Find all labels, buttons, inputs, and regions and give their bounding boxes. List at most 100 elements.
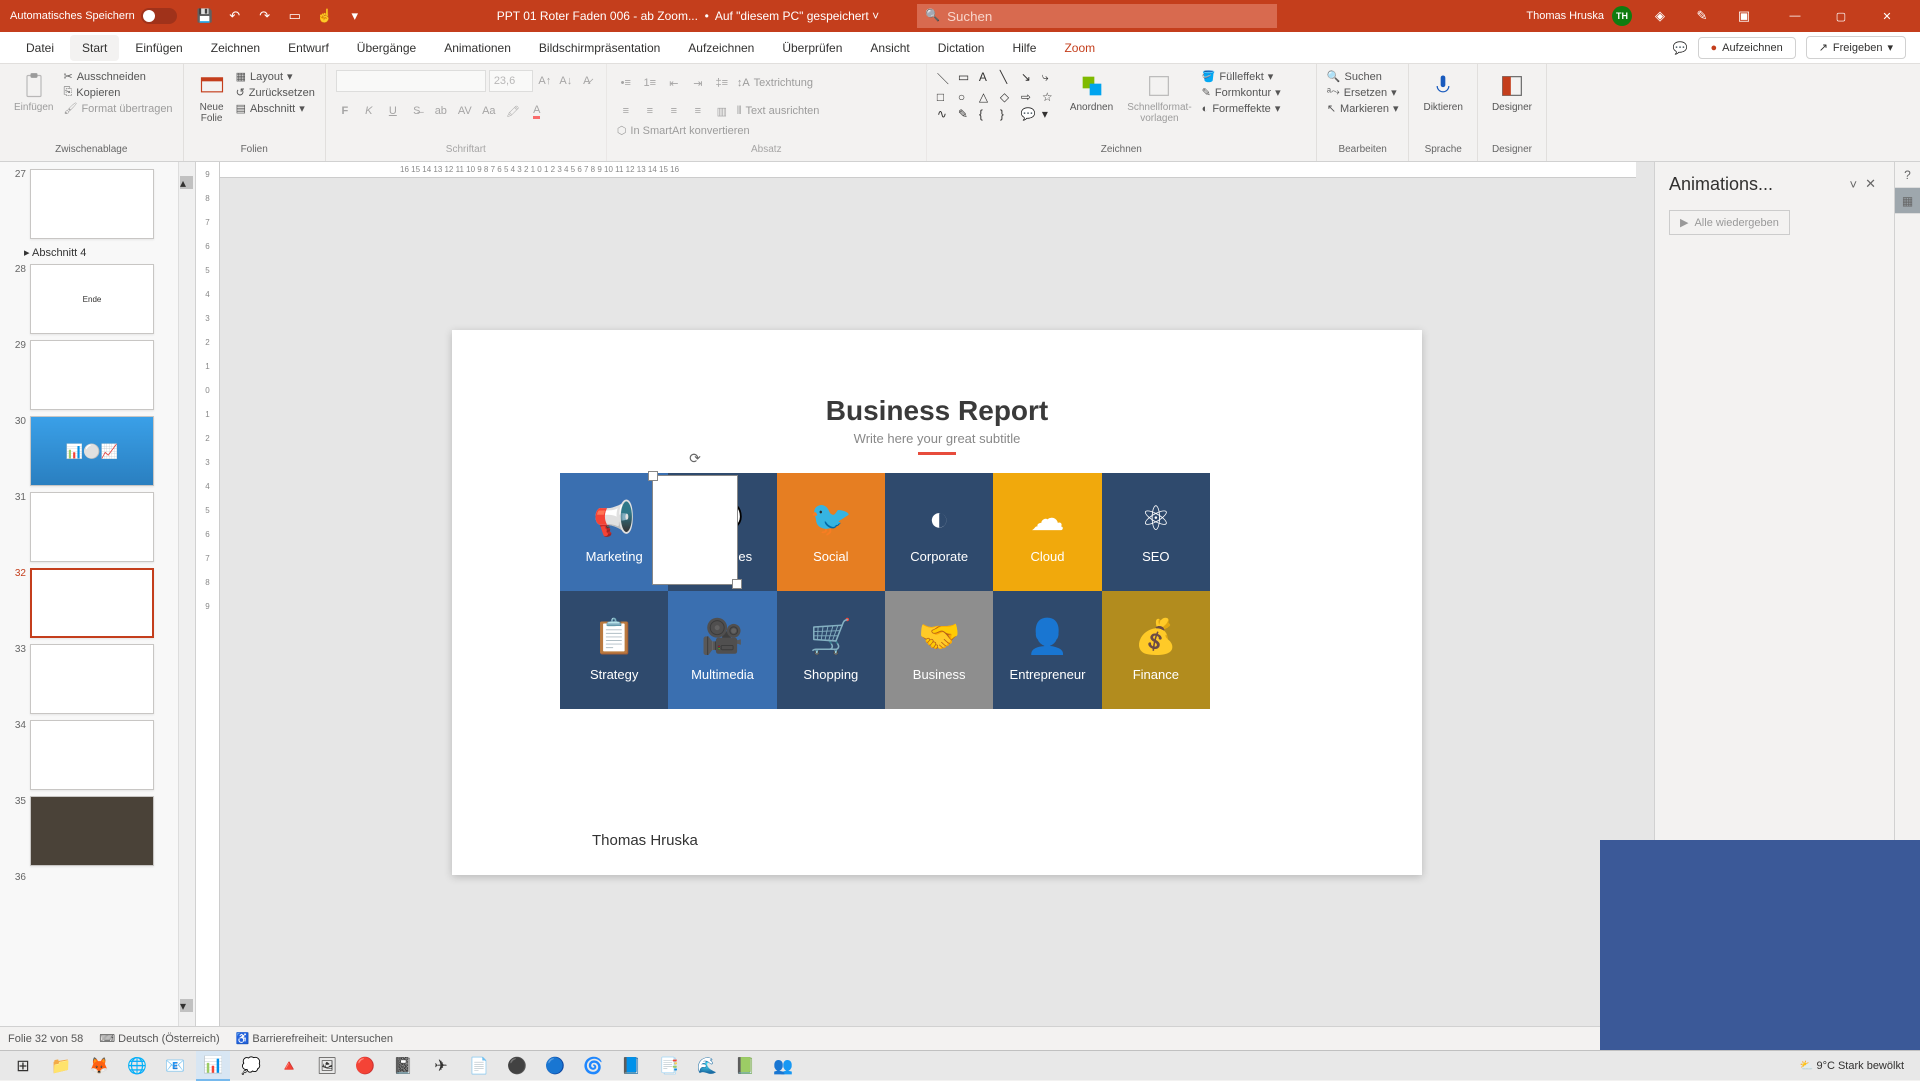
bullets-button[interactable]: •≡: [617, 74, 635, 92]
search-field[interactable]: [917, 4, 1277, 28]
strike-button[interactable]: S̶: [408, 102, 426, 120]
tab-design[interactable]: Entwurf: [276, 35, 341, 61]
obs-icon[interactable]: ⚫: [500, 1051, 534, 1081]
layout-button[interactable]: ▦Layout ▾: [236, 70, 315, 83]
font-size-input[interactable]: [489, 70, 533, 92]
telegram-icon[interactable]: ✈: [424, 1051, 458, 1081]
italic-button[interactable]: K: [360, 102, 378, 120]
tile-shopping[interactable]: 🛒Shopping: [777, 591, 885, 709]
onenote-icon[interactable]: 📓: [386, 1051, 420, 1081]
outline-button[interactable]: ✎Formkontur ▾: [1202, 86, 1281, 99]
app-icon-4[interactable]: 📄: [462, 1051, 496, 1081]
shape-more-icon[interactable]: ▾: [1042, 107, 1060, 121]
thumb-31[interactable]: [30, 492, 154, 562]
tile-corporate[interactable]: ◐Corporate: [885, 473, 993, 591]
copy-button[interactable]: ⎘Kopieren: [63, 86, 172, 99]
thumb-34[interactable]: [30, 720, 154, 790]
edge-icon[interactable]: 🌊: [690, 1051, 724, 1081]
scroll-down-icon[interactable]: ▾: [180, 999, 193, 1012]
tab-home[interactable]: Start: [70, 35, 119, 61]
close-button[interactable]: ✕: [1864, 0, 1910, 32]
slide-title[interactable]: Business Report: [452, 330, 1422, 427]
selected-object[interactable]: ⟳: [652, 475, 738, 585]
qa-more-icon[interactable]: ▾: [341, 2, 369, 30]
tab-zoom[interactable]: Zoom: [1052, 35, 1107, 61]
tab-slideshow[interactable]: Bildschirmpräsentation: [527, 35, 672, 61]
app-icon-6[interactable]: 🌀: [576, 1051, 610, 1081]
thumb-28[interactable]: Ende: [30, 264, 154, 334]
thumb-27[interactable]: [30, 169, 154, 239]
chrome-icon[interactable]: 🌐: [120, 1051, 154, 1081]
fill-button[interactable]: 🪣Fülleffekt ▾: [1202, 70, 1281, 83]
select-button[interactable]: ↖Markieren ▾: [1327, 102, 1399, 115]
maximize-button[interactable]: ▢: [1818, 0, 1864, 32]
thumb-35[interactable]: [30, 796, 154, 866]
weather-widget[interactable]: ⛅ 9°C Stark bewölkt: [1800, 1059, 1904, 1072]
format-painter-button[interactable]: 🖌Format übertragen: [63, 102, 172, 115]
redo-icon[interactable]: ↷: [251, 2, 279, 30]
app-icon-5[interactable]: 🔵: [538, 1051, 572, 1081]
thumb-scrollbar[interactable]: ▴▾: [178, 162, 195, 1026]
align-center-button[interactable]: ≡: [641, 102, 659, 120]
tab-help[interactable]: Hilfe: [1000, 35, 1048, 61]
author-text[interactable]: Thomas Hruska: [592, 832, 698, 849]
text-align-button[interactable]: ⫴Text ausrichten: [737, 102, 820, 120]
shrink-font-icon[interactable]: A↓: [557, 72, 575, 90]
clear-format-icon[interactable]: A̷: [578, 72, 596, 90]
thumb-29[interactable]: [30, 340, 154, 410]
firefox-icon[interactable]: 🦊: [82, 1051, 116, 1081]
align-right-button[interactable]: ≡: [665, 102, 683, 120]
slide-thumbnails[interactable]: 27 ▸ Abschnitt 4 28Ende 29 30📊⚪📈 31 32 3…: [0, 162, 196, 1026]
app-icon-7[interactable]: 📑: [652, 1051, 686, 1081]
app-icon-3[interactable]: 🔴: [348, 1051, 382, 1081]
slide-counter[interactable]: Folie 32 von 58: [8, 1033, 83, 1045]
shape-line-icon[interactable]: ＼: [937, 70, 955, 87]
shape-curve-icon[interactable]: ∿: [937, 107, 955, 121]
shape-tri-icon[interactable]: △: [979, 90, 997, 104]
pane-collapse-icon[interactable]: ˅: [1846, 173, 1862, 196]
explorer-icon[interactable]: 📁: [44, 1051, 78, 1081]
tab-view[interactable]: Ansicht: [858, 35, 921, 61]
cut-button[interactable]: ✂Ausschneiden: [63, 70, 172, 83]
slide[interactable]: Business Report Write here your great su…: [452, 330, 1422, 875]
effects-button[interactable]: ◐Formeffekte ▾: [1202, 102, 1281, 115]
section-header[interactable]: ▸ Abschnitt 4: [0, 242, 195, 261]
tile-social[interactable]: 🐦Social: [777, 473, 885, 591]
tab-animations[interactable]: Animationen: [432, 35, 523, 61]
tile-seo[interactable]: ⚛SEO: [1102, 473, 1210, 591]
word-icon[interactable]: 📘: [614, 1051, 648, 1081]
play-all-button[interactable]: ▶Alle wiedergeben: [1669, 210, 1790, 235]
shape-circle-icon[interactable]: ○: [958, 90, 976, 104]
rail-pane-icon[interactable]: ▦: [1895, 188, 1920, 214]
tile-cloud[interactable]: ☁Cloud: [993, 473, 1101, 591]
numbering-button[interactable]: 1≡: [641, 74, 659, 92]
save-icon[interactable]: 💾: [191, 2, 219, 30]
thumb-32[interactable]: [30, 568, 154, 638]
autosave-switch-icon[interactable]: [141, 8, 177, 24]
window-layout-icon[interactable]: ▣: [1730, 2, 1758, 30]
align-left-button[interactable]: ≡: [617, 102, 635, 120]
scroll-up-icon[interactable]: ▴: [180, 176, 193, 189]
shape-brace-icon[interactable]: {: [979, 107, 997, 121]
bold-button[interactable]: F: [336, 102, 354, 120]
reset-button[interactable]: ↺Zurücksetzen: [236, 86, 315, 99]
tab-dictation[interactable]: Dictation: [926, 35, 997, 61]
shapes-gallery[interactable]: ＼▭A╲↘⤷ □○△◇⇨☆ ∿✎{}💬▾: [937, 70, 1060, 121]
highlight-button[interactable]: 🖍: [504, 102, 522, 120]
thumb-30[interactable]: 📊⚪📈: [30, 416, 154, 486]
app-icon-2[interactable]: 🖼: [310, 1051, 344, 1081]
account-button[interactable]: Thomas Hruska TH: [1526, 6, 1632, 26]
section-button[interactable]: ▤Abschnitt ▾: [236, 102, 315, 115]
excel-icon[interactable]: 📗: [728, 1051, 762, 1081]
comments-icon[interactable]: 💬: [1673, 41, 1688, 55]
thumb-33[interactable]: [30, 644, 154, 714]
rail-help-icon[interactable]: ?: [1895, 162, 1920, 188]
quick-styles-button[interactable]: Schnellformat- vorlagen: [1123, 70, 1195, 126]
shape-callout-icon[interactable]: 💬: [1021, 107, 1039, 121]
shape-star-icon[interactable]: ☆: [1042, 90, 1060, 104]
shadow-button[interactable]: ab: [432, 102, 450, 120]
language-button[interactable]: ⌨ Deutsch (Österreich): [99, 1032, 219, 1045]
font-color-button[interactable]: A: [528, 102, 546, 120]
record-button[interactable]: ●Aufzeichnen: [1698, 37, 1796, 59]
accessibility-button[interactable]: ♿ Barrierefreiheit: Untersuchen: [236, 1032, 393, 1045]
